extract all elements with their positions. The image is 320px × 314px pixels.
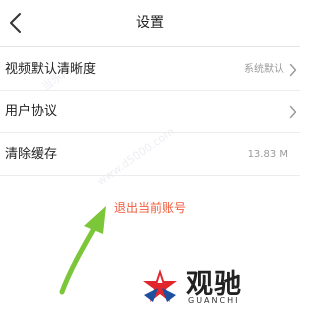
row-label: 清除缓存 [5,147,58,162]
settings-row-video-quality[interactable]: 视频默认清晰度 系统默认 [0,49,300,90]
row-value: 系统默认 [244,64,284,75]
cache-size-value: 13.83 M [247,149,288,160]
header-bar: 设置 [0,0,300,46]
settings-row-clear-cache[interactable]: 清除缓存 13.83 M [0,134,300,175]
header-divider [0,46,300,47]
row-label: 视频默认清晰度 [5,62,97,77]
back-button[interactable] [2,8,32,38]
chevron-left-icon [10,13,21,33]
watermark-sub: GUANCHI [188,296,240,305]
row-label: 用户协议 [5,104,58,119]
logout-button[interactable]: 退出当前账号 [90,196,210,220]
settings-row-user-agreement[interactable]: 用户协议 [0,91,300,132]
page-title: 设置 [136,15,164,31]
chevron-right-icon [289,62,297,77]
row-divider [0,175,300,176]
guanchi-logo [140,266,180,306]
chevron-right-icon [289,104,297,119]
row-divider [0,132,300,133]
